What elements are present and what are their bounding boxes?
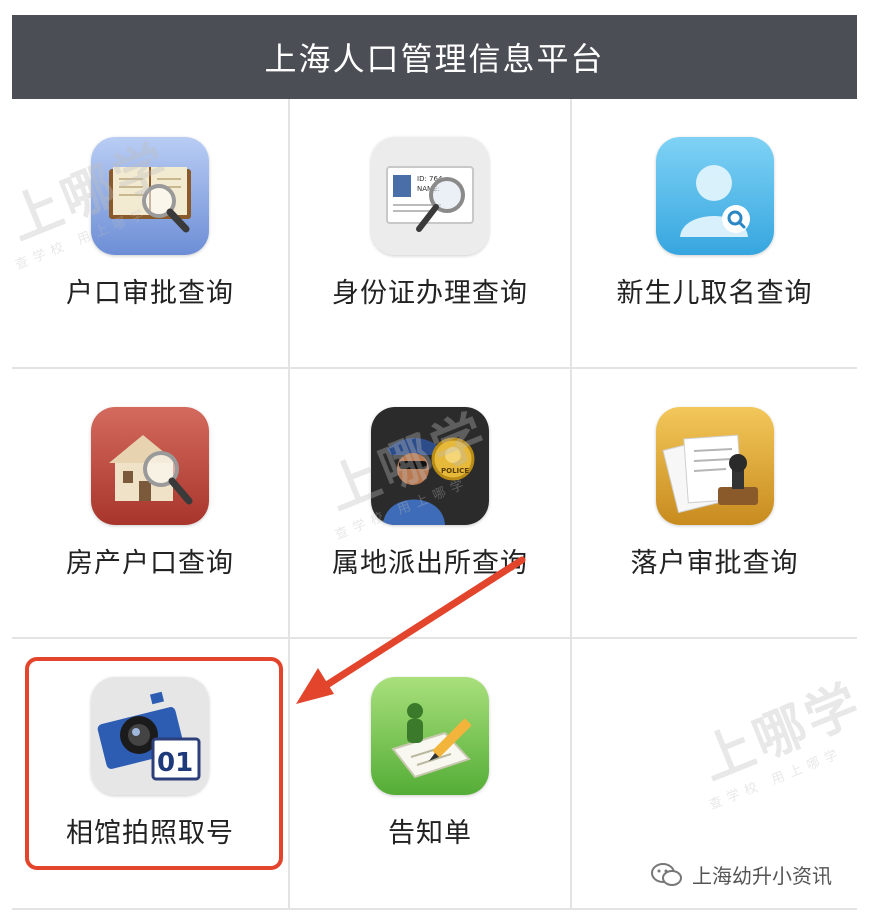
service-notice-form[interactable]: 告知单 <box>290 639 572 910</box>
service-label: 告知单 <box>388 818 472 849</box>
police-officer-icon: POLICE <box>371 407 489 525</box>
person-search-icon <box>655 137 774 255</box>
service-label: 属地派出所查询 <box>332 548 528 579</box>
service-id-card[interactable]: ID: 764 NAME: 身份证办理查询 <box>290 99 572 369</box>
svg-text:01: 01 <box>157 748 193 778</box>
app-frame: 上海人口管理信息平台 户口审批查询 ID: 764 NAME: 身份证办理查询 … <box>12 15 857 910</box>
service-label: 身份证办理查询 <box>332 278 528 309</box>
camera-number-icon: 01 <box>91 677 209 795</box>
house-search-icon <box>91 407 209 525</box>
service-label: 落户审批查询 <box>630 548 799 579</box>
book-search-icon <box>91 137 209 255</box>
wechat-icon <box>651 862 682 886</box>
service-settlement-approval[interactable]: 落户审批查询 <box>572 369 857 639</box>
service-label: 相馆拍照取号 <box>66 818 234 849</box>
service-household-approval[interactable]: 户口审批查询 <box>12 99 290 369</box>
footer-account-name: 上海幼升小资讯 <box>692 864 832 888</box>
service-photo-studio-number[interactable]: 01 相馆拍照取号 <box>12 639 290 910</box>
header: 上海人口管理信息平台 <box>12 15 857 99</box>
documents-stamp-icon <box>655 407 774 525</box>
id-card-search-icon: ID: 764 NAME: <box>371 137 489 255</box>
service-property-household[interactable]: 房产户口查询 <box>12 369 290 639</box>
service-police-station[interactable]: POLICE 属地派出所查询 <box>290 369 572 639</box>
svg-text:POLICE: POLICE <box>441 467 469 475</box>
footer-attribution: 上海幼升小资讯 <box>650 860 832 889</box>
service-grid: 户口审批查询 ID: 764 NAME: 身份证办理查询 新生儿取名查询 房产户… <box>12 99 857 910</box>
service-label: 房产户口查询 <box>66 548 234 579</box>
notice-pencil-icon <box>371 677 489 795</box>
service-label: 户口审批查询 <box>66 278 234 309</box>
service-newborn-name[interactable]: 新生儿取名查询 <box>572 99 857 369</box>
page-title: 上海人口管理信息平台 <box>264 40 605 78</box>
service-label: 新生儿取名查询 <box>616 278 813 309</box>
